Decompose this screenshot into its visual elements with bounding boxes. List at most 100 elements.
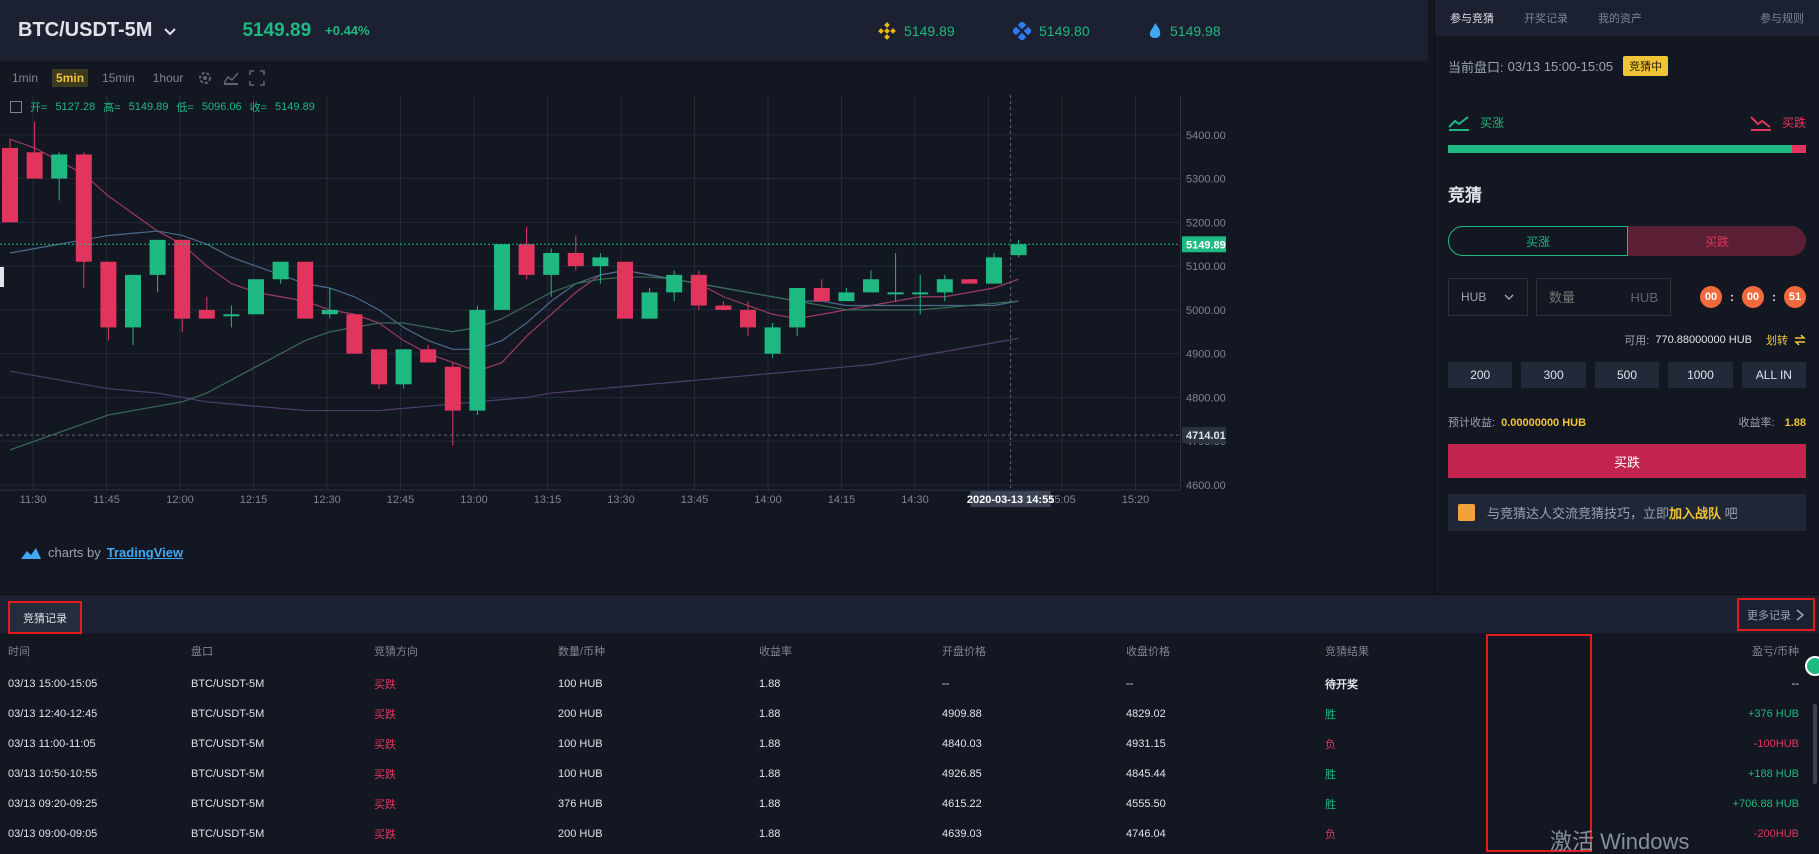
x-tick-label: 12:30	[313, 494, 341, 506]
table-header-row: 时间 盘口 竞猜方向 数量/币种 收益率 开盘价格 收盘价格 竞猜结果 盈亏/币…	[0, 633, 1819, 669]
timeframe-15min[interactable]: 15min	[98, 69, 139, 87]
amount-all-in-button[interactable]: ALL IN	[1741, 362, 1807, 388]
cell-profit: +188 HUB	[1747, 768, 1799, 780]
candle-body	[641, 292, 658, 319]
candle-body	[764, 327, 781, 354]
candle-body	[100, 261, 117, 328]
sentiment-bar	[1448, 145, 1806, 153]
submit-bet-button[interactable]: 买跌	[1448, 444, 1806, 478]
direction-up-button[interactable]: 买涨	[1448, 226, 1628, 256]
amount-1000-button[interactable]: 1000	[1668, 362, 1733, 388]
tradingview-brand[interactable]: charts by TradingView	[20, 545, 183, 560]
ohlc-close: 5149.89	[275, 101, 315, 113]
tab-participate[interactable]: 参与竞猜	[1435, 10, 1509, 26]
okex-price: 5149.80	[1039, 22, 1090, 39]
sentiment-up-label: 买涨	[1480, 116, 1505, 130]
scrollbar[interactable]	[1813, 704, 1817, 784]
binance-icon	[878, 21, 896, 40]
transfer-link[interactable]: 划转	[1766, 332, 1788, 348]
exchange-price-huobi: 5149.98	[1148, 0, 1221, 61]
fullscreen-icon[interactable]	[249, 70, 266, 86]
binance-price: 5149.89	[904, 22, 955, 39]
direction-down-button[interactable]: 买跌	[1628, 226, 1806, 256]
ohlc-close-label: 收=	[249, 102, 268, 114]
candle-body	[75, 154, 92, 262]
col-result: 竞猜结果	[1325, 646, 1369, 658]
countdown-seconds: 51	[1784, 286, 1806, 308]
col-market: 盘口	[191, 646, 213, 658]
candle-body	[469, 309, 486, 411]
guess-records: 竞猜记录 更多记录 时间 盘口 竞猜方向 数量/币种 收益率 开盘价格 收盘价格…	[0, 594, 1819, 854]
quantity-input[interactable]	[1549, 289, 1619, 305]
floating-badge[interactable]	[1805, 656, 1819, 676]
cell-yield: 1.88	[759, 768, 781, 780]
y-tick-label: 4600.00	[1186, 480, 1226, 492]
y-tick-label: 4800.00	[1186, 392, 1226, 404]
timeframe-1min[interactable]: 1min	[8, 69, 42, 87]
tab-my-assets[interactable]: 我的资产	[1583, 10, 1657, 26]
transfer-icon[interactable]	[1794, 334, 1806, 346]
trend-down-icon	[1750, 115, 1771, 131]
tab-guess-records[interactable]: 竞猜记录	[8, 601, 82, 634]
timeframe-5min[interactable]: 5min	[52, 69, 89, 87]
chevron-right-icon	[1796, 608, 1805, 621]
y-tick-label: 5100.00	[1186, 261, 1226, 273]
x-tick-label: 14:00	[754, 494, 782, 506]
windows-activation-watermark: 激活 Windows	[1550, 829, 1690, 854]
ohlc-readout: 开= 5127.28 高= 5149.89 低= 5096.06 收= 5149.89	[10, 99, 315, 115]
records-header: 竞猜记录 更多记录	[0, 594, 1819, 634]
more-records-link[interactable]: 更多记录	[1737, 598, 1815, 631]
y-tick-label: 5500.00	[1186, 95, 1226, 98]
available-label: 可用:	[1624, 335, 1650, 347]
promo-suffix: 吧	[1724, 506, 1738, 521]
guess-title: 竞猜	[1448, 186, 1482, 205]
tab-draw-records[interactable]: 开奖记录	[1509, 10, 1583, 26]
quantity-unit: HUB	[1630, 289, 1658, 305]
available-balance: 可用: 770.88000000 HUB 划转	[1448, 332, 1806, 348]
cell-close-price: --	[1126, 678, 1134, 690]
brand-name[interactable]: TradingView	[107, 545, 183, 560]
currency-value: HUB	[1461, 290, 1487, 304]
candlestick-chart[interactable]: 5500.00 5400.00 5300.00 5200.00 5100.00 5000.…	[0, 95, 1428, 595]
join-team-link[interactable]: 加入战队	[1669, 506, 1721, 521]
y-tick-label: 5000.00	[1186, 305, 1226, 317]
col-direction: 竞猜方向	[374, 646, 418, 658]
candle-body	[543, 252, 560, 275]
amount-300-button[interactable]: 300	[1521, 362, 1586, 388]
available-value: 770.88000000 HUB	[1655, 334, 1752, 346]
cell-time: 03/13 12:40-12:45	[8, 708, 98, 720]
y-tick-label: 5300.00	[1186, 174, 1226, 186]
brand-prefix: charts by	[48, 545, 101, 560]
candle-body	[567, 252, 584, 267]
gear-icon[interactable]	[197, 70, 213, 86]
cell-close-price: 4829.02	[1126, 708, 1166, 720]
cell-profit: --	[1791, 678, 1799, 690]
table-row: 03/13 10:50-10:55 BTC/USDT-5M 买跌 100 HUB 1.8…	[0, 759, 1819, 789]
table-row: 03/13 09:20-09:25 BTC/USDT-5M 买跌 376 HUB 1.8…	[0, 789, 1819, 819]
quantity-field[interactable]: HUB	[1536, 278, 1671, 316]
cell-profit: +706.88 HUB	[1732, 798, 1799, 810]
countdown-timer: 00 : 00 : 51	[1700, 286, 1806, 308]
amount-500-button[interactable]: 500	[1594, 362, 1660, 388]
yield-label: 收益率:	[1738, 417, 1775, 429]
cell-market: BTC/USDT-5M	[191, 768, 265, 780]
table-row: 03/13 09:00-09:05 BTC/USDT-5M 买跌 200 HUB 1.8…	[0, 819, 1819, 849]
candle-body	[2, 147, 18, 223]
indicator-icon[interactable]	[223, 70, 239, 86]
chevron-down-icon[interactable]	[162, 23, 178, 39]
amount-200-button[interactable]: 200	[1448, 362, 1513, 388]
collapse-icon[interactable]	[10, 101, 22, 113]
cell-direction: 买跌	[374, 799, 396, 811]
price-chart[interactable]: 5500.00 5400.00 5300.00 5200.00 5100.00 5000.…	[0, 95, 1428, 595]
cell-amount: 100 HUB	[558, 678, 603, 690]
cell-market: BTC/USDT-5M	[191, 828, 265, 840]
timeframe-1hour[interactable]: 1hour	[149, 69, 188, 87]
pair-title[interactable]: BTC/USDT-5M	[18, 19, 152, 42]
trend-up-icon	[1448, 115, 1469, 131]
cell-yield: 1.88	[759, 738, 781, 750]
candle-body	[248, 279, 264, 315]
tab-rules[interactable]: 参与规则	[1760, 10, 1804, 26]
sentiment-down-label: 买跌	[1781, 116, 1806, 130]
currency-select[interactable]: HUB	[1448, 278, 1528, 316]
x-tick-label: 11:45	[93, 494, 120, 506]
